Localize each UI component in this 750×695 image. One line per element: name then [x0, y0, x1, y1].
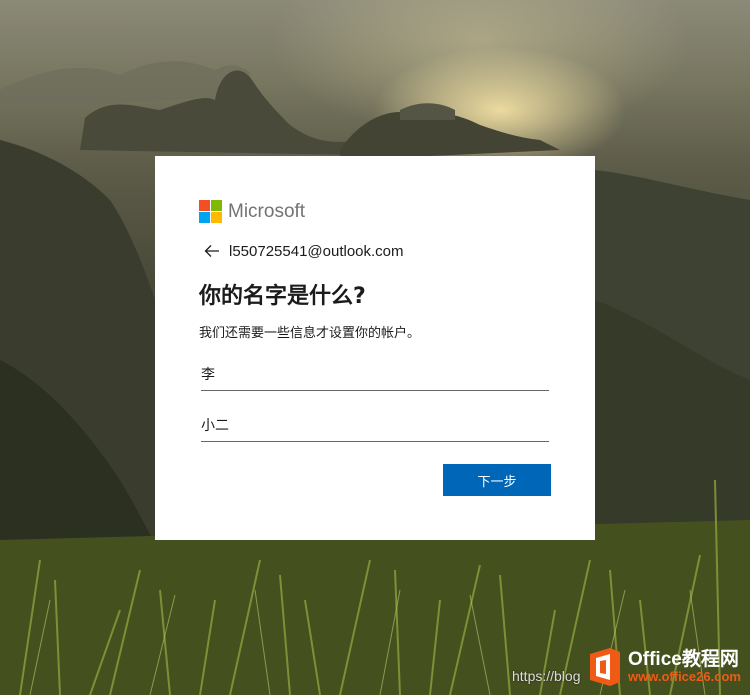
watermark-url: https://blog: [512, 668, 581, 684]
office-logo-icon: [590, 648, 620, 686]
account-identity: l550725541@outlook.com: [203, 242, 404, 260]
microsoft-squares-icon: [199, 200, 222, 223]
first-name-input[interactable]: [201, 411, 549, 442]
next-button[interactable]: 下一步: [443, 464, 551, 496]
signup-dialog: Microsoft l550725541@outlook.com 你的名字是什么…: [155, 156, 595, 540]
page-title: 你的名字是什么?: [199, 284, 366, 309]
microsoft-logo: Microsoft: [199, 200, 305, 223]
watermark-brand: Office教程网: [628, 649, 739, 671]
account-email: l550725541@outlook.com: [229, 242, 404, 260]
watermark-logo: Office教程网 www.office26.com: [586, 646, 741, 688]
brand-name: Microsoft: [228, 200, 306, 222]
page-subtitle: 我们还需要一些信息才设置你的帐户。: [199, 326, 421, 341]
watermark-site: www.office26.com: [628, 669, 741, 685]
back-arrow-icon[interactable]: [203, 242, 221, 260]
last-name-input[interactable]: [201, 360, 549, 391]
